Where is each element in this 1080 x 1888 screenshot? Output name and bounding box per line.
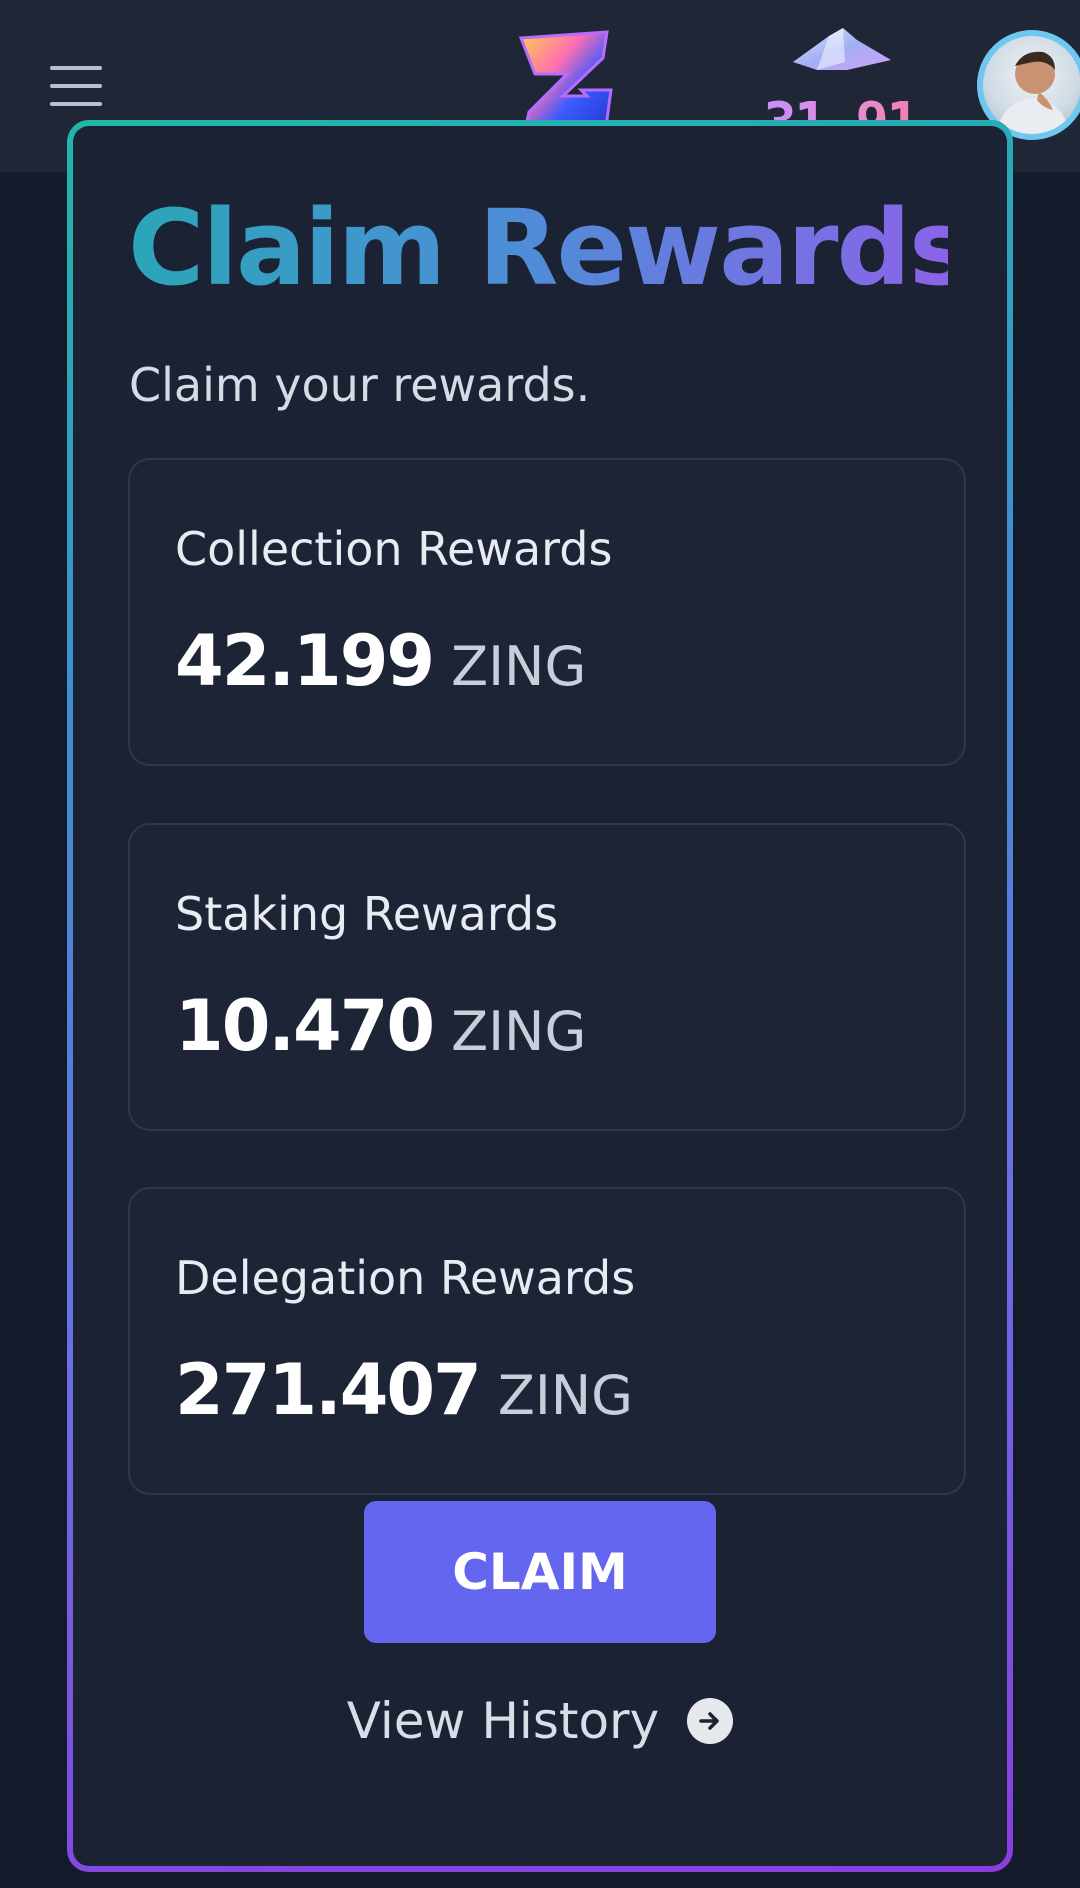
reward-amount: 10.470 ZING (175, 985, 586, 1067)
reward-value: 42.199 (175, 620, 435, 702)
reward-label: Delegation Rewards (175, 1251, 636, 1305)
page-title: Claim Rewards (128, 187, 971, 309)
collection-rewards-panel: Collection Rewards 42.199 ZING (128, 458, 966, 766)
view-history-link[interactable]: View History (73, 1686, 1007, 1756)
delegation-rewards-panel: Delegation Rewards 271.407 ZING (128, 1187, 966, 1495)
reward-unit: ZING (451, 635, 587, 698)
card-body: Claim Rewards Claim your rewards. Collec… (73, 126, 1007, 1866)
claim-rewards-card: Claim Rewards Claim your rewards. Collec… (67, 120, 1013, 1872)
reward-value: 271.407 (175, 1349, 482, 1431)
hamburger-menu-icon[interactable] (50, 66, 102, 106)
reward-amount: 42.199 ZING (175, 620, 586, 702)
reward-label: Staking Rewards (175, 887, 559, 941)
claim-button[interactable]: CLAIM (364, 1501, 716, 1643)
view-history-label: View History (346, 1692, 660, 1750)
arrow-right-circle-icon[interactable] (687, 1698, 734, 1744)
reward-value: 10.470 (175, 985, 435, 1067)
page-subtitle: Claim your rewards. (129, 358, 591, 412)
reward-unit: ZING (451, 1000, 587, 1063)
reward-amount: 271.407 ZING (175, 1349, 633, 1431)
crystal-gem-icon (793, 28, 891, 70)
reward-unit: ZING (497, 1364, 633, 1427)
staking-rewards-panel: Staking Rewards 10.470 ZING (128, 823, 966, 1131)
reward-label: Collection Rewards (175, 522, 613, 576)
